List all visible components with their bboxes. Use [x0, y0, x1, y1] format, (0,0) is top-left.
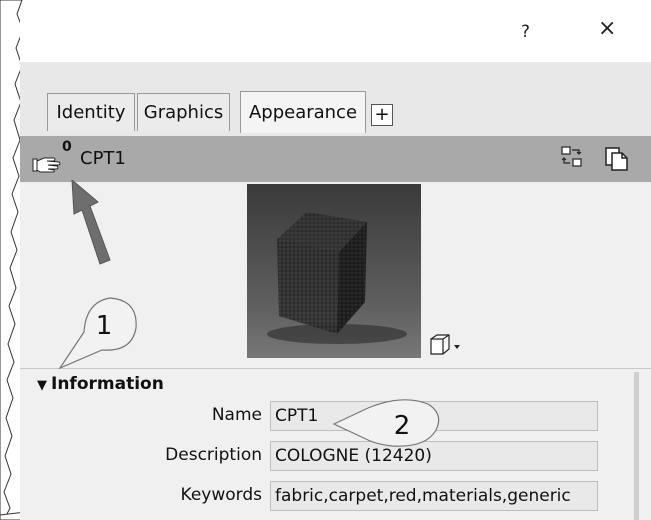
material-preview-image — [247, 184, 421, 358]
duplicate-asset-icon[interactable] — [604, 146, 630, 176]
tab-graphics[interactable]: Graphics — [137, 93, 230, 131]
name-label: Name — [211, 405, 262, 425]
tab-strip: Identity Graphics Appearance — [20, 62, 651, 136]
help-button[interactable]: ? — [521, 22, 530, 42]
asset-header: 0 CPT1 — [20, 136, 651, 182]
callout-2: 2 — [332, 396, 452, 456]
usage-count: 0 — [62, 139, 72, 155]
keywords-label: Keywords — [180, 485, 262, 505]
preview-shape-dropdown[interactable] — [429, 333, 463, 361]
callout-1-number: 1 — [96, 311, 113, 341]
collapse-triangle-icon: ▼ — [37, 378, 47, 393]
pointer-arrow-icon — [71, 180, 111, 265]
hand-icon — [32, 154, 62, 178]
callout-2-number: 2 — [394, 411, 411, 441]
asset-name: CPT1 — [80, 148, 126, 169]
add-tab-button[interactable]: + — [371, 104, 393, 126]
tab-identity[interactable]: Identity — [47, 93, 135, 131]
replace-asset-icon[interactable] — [561, 146, 583, 172]
close-button[interactable]: × — [598, 18, 616, 40]
callout-1: 1 — [56, 290, 146, 378]
keywords-field[interactable]: fabric,carpet,red,materials,generic — [270, 481, 598, 511]
scrollbar[interactable] — [634, 372, 639, 520]
description-label: Description — [165, 445, 262, 465]
tab-appearance[interactable]: Appearance — [240, 91, 366, 133]
title-bar: ? × — [20, 8, 651, 62]
